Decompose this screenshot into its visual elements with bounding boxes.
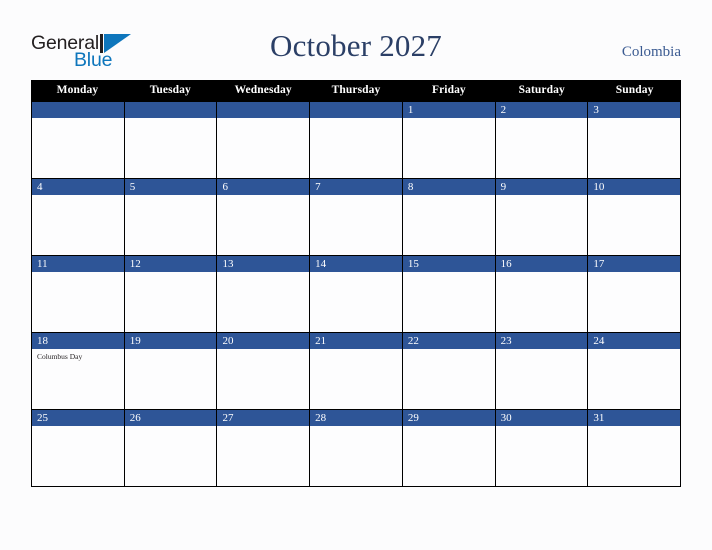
day-cell-empty[interactable] xyxy=(217,102,311,179)
day-cell-29[interactable]: 29 xyxy=(402,410,496,487)
holiday-label: Columbus Day xyxy=(37,352,83,361)
day-number xyxy=(32,102,124,118)
day-cell-17[interactable]: 17 xyxy=(588,256,682,333)
day-number: 4 xyxy=(32,179,124,195)
day-cell-20[interactable]: 20 xyxy=(217,333,311,410)
day-cell-empty[interactable] xyxy=(124,102,218,179)
weekday-header-monday: Monday xyxy=(56,84,99,96)
country-label: Colombia xyxy=(621,44,681,60)
day-number xyxy=(217,102,310,118)
weekday-header-sunday: Sunday xyxy=(615,84,654,96)
day-cell-13[interactable]: 13 xyxy=(217,256,311,333)
day-number: 17 xyxy=(588,256,681,272)
day-cell-empty[interactable] xyxy=(310,102,403,179)
day-events: Columbus Day xyxy=(32,349,124,362)
calendar-week-row: 18 Columbus Day 19 20 21 22 23 24 xyxy=(32,333,682,410)
weekday-header-friday: Friday xyxy=(431,84,466,96)
day-cell-empty[interactable] xyxy=(32,102,125,179)
day-cell-2[interactable]: 2 xyxy=(495,102,589,179)
day-number xyxy=(124,102,217,118)
day-cell-12[interactable]: 12 xyxy=(124,256,218,333)
day-number: 26 xyxy=(124,410,217,426)
page-title: October 2027 xyxy=(270,28,442,63)
calendar-weeks: 1 2 3 4 5 6 7 8 9 10 11 12 13 14 15 16 17 18 Columbus Day 1… xyxy=(31,101,682,487)
day-number: 12 xyxy=(124,256,217,272)
day-cell-16[interactable]: 16 xyxy=(495,256,589,333)
day-number: 21 xyxy=(310,333,402,349)
day-number: 25 xyxy=(32,410,124,426)
page-header: General Blue October 2027 Colombia xyxy=(0,0,712,80)
day-number: 22 xyxy=(402,333,495,349)
day-number: 5 xyxy=(124,179,217,195)
weekday-header-thursday: Thursday xyxy=(331,84,381,96)
calendar-week-row: 4 5 6 7 8 9 10 xyxy=(32,179,682,256)
day-number: 14 xyxy=(310,256,402,272)
day-cell-28[interactable]: 28 xyxy=(310,410,403,487)
day-number: 7 xyxy=(310,179,402,195)
day-cell-8[interactable]: 8 xyxy=(402,179,496,256)
day-number: 8 xyxy=(402,179,495,195)
day-number: 15 xyxy=(402,256,495,272)
day-number: 6 xyxy=(217,179,310,195)
calendar-week-row: 25 26 27 28 29 30 31 xyxy=(32,410,682,487)
day-number: 29 xyxy=(402,410,495,426)
day-number: 10 xyxy=(588,179,681,195)
day-cell-4[interactable]: 4 xyxy=(32,179,125,256)
day-cell-30[interactable]: 30 xyxy=(495,410,589,487)
calendar-week-row: 11 12 13 14 15 16 17 xyxy=(32,256,682,333)
day-number: 13 xyxy=(217,256,310,272)
day-cell-21[interactable]: 21 xyxy=(310,333,403,410)
day-number: 16 xyxy=(495,256,588,272)
day-cell-24[interactable]: 24 xyxy=(588,333,682,410)
day-cell-10[interactable]: 10 xyxy=(588,179,682,256)
day-cell-1[interactable]: 1 xyxy=(402,102,496,179)
weekday-header-tuesday: Tuesday xyxy=(149,84,191,96)
day-number: 11 xyxy=(32,256,124,272)
day-number: 1 xyxy=(402,102,495,118)
weekday-header-row: Monday Tuesday Wednesday Thursday Friday Satu… xyxy=(31,80,681,101)
day-cell-19[interactable]: 19 xyxy=(124,333,218,410)
day-number: 30 xyxy=(495,410,588,426)
day-number: 9 xyxy=(495,179,588,195)
day-cell-23[interactable]: 23 xyxy=(495,333,589,410)
day-cell-22[interactable]: 22 xyxy=(402,333,496,410)
day-cell-6[interactable]: 6 xyxy=(217,179,311,256)
day-number: 23 xyxy=(495,333,588,349)
day-number: 18 xyxy=(32,333,124,349)
calendar-grid: Monday Tuesday Wednesday Thursday Friday Satu… xyxy=(31,80,682,487)
day-cell-5[interactable]: 5 xyxy=(124,179,218,256)
calendar-page: General Blue October 2027 Colombia Monda… xyxy=(0,0,712,550)
day-number: 28 xyxy=(310,410,402,426)
day-cell-9[interactable]: 9 xyxy=(495,179,589,256)
day-cell-31[interactable]: 31 xyxy=(588,410,682,487)
weekday-header-saturday: Saturday xyxy=(518,84,565,96)
day-number: 20 xyxy=(217,333,310,349)
day-cell-15[interactable]: 15 xyxy=(402,256,496,333)
weekday-header-wednesday: Wednesday xyxy=(234,84,292,96)
day-cell-3[interactable]: 3 xyxy=(588,102,682,179)
day-number xyxy=(310,102,402,118)
day-cell-27[interactable]: 27 xyxy=(217,410,311,487)
day-number: 19 xyxy=(124,333,217,349)
day-cell-7[interactable]: 7 xyxy=(310,179,403,256)
day-number: 24 xyxy=(588,333,681,349)
day-number: 31 xyxy=(588,410,681,426)
day-cell-18[interactable]: 18 Columbus Day xyxy=(32,333,125,410)
day-cell-25[interactable]: 25 xyxy=(32,410,125,487)
calendar-week-row: 123 xyxy=(32,102,682,179)
day-cell-11[interactable]: 11 xyxy=(32,256,125,333)
day-number: 3 xyxy=(588,102,681,118)
day-number: 2 xyxy=(495,102,588,118)
day-number: 27 xyxy=(217,410,310,426)
day-cell-26[interactable]: 26 xyxy=(124,410,218,487)
day-cell-14[interactable]: 14 xyxy=(310,256,403,333)
